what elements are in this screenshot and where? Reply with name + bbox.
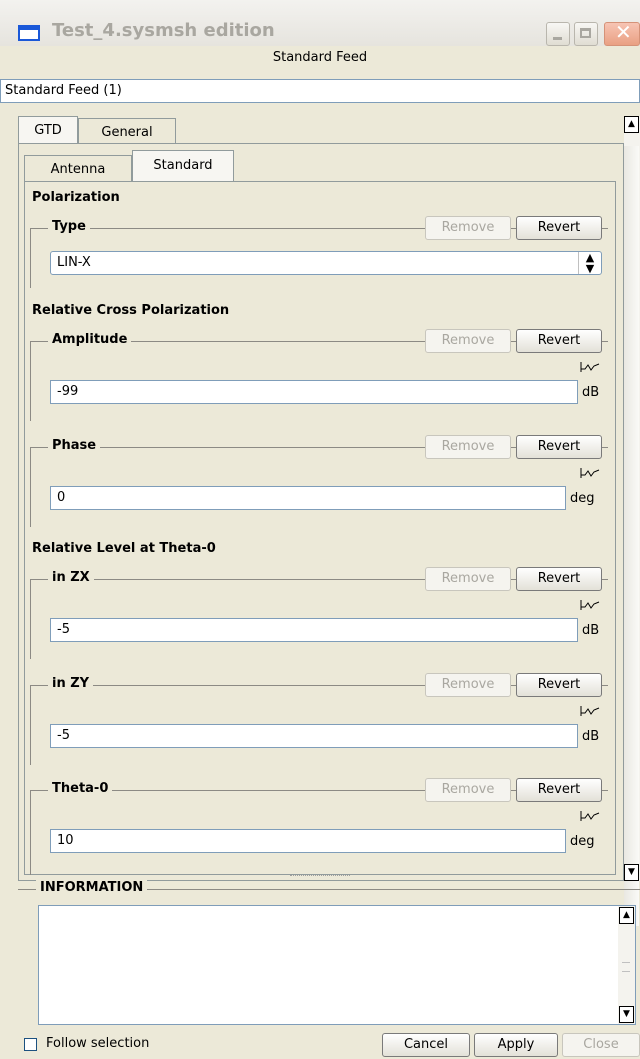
level-title: Relative Level at Theta-0 [32, 541, 216, 556]
information-textarea[interactable]: ▲ ▼ [38, 905, 636, 1025]
information-label: INFORMATION [36, 880, 148, 895]
feed-name-field[interactable]: Standard Feed (1) [0, 79, 640, 103]
scroll-down-icon[interactable]: ▼ [619, 1006, 634, 1023]
zx-label: in ZX [48, 570, 94, 585]
amplitude-unit: dB [582, 385, 600, 400]
curve-icon[interactable] [580, 810, 600, 822]
group-line [30, 685, 31, 765]
theta0-unit: deg [570, 834, 595, 849]
zx-unit: dB [582, 623, 600, 638]
spinner-arrows-icon[interactable]: ▲ ▼ [578, 252, 601, 274]
scroll-up-icon[interactable]: ▲ [619, 907, 634, 924]
remove-button[interactable]: Remove [425, 329, 511, 353]
remove-button[interactable]: Remove [425, 778, 511, 802]
polarization-title: Polarization [32, 190, 120, 205]
maximize-icon[interactable] [574, 22, 598, 46]
follow-selection-checkbox[interactable] [24, 1038, 37, 1051]
revert-button[interactable]: Revert [516, 778, 602, 802]
tab-gtd[interactable]: GTD [18, 116, 78, 144]
type-select-value: LIN-X [57, 255, 91, 270]
close-icon[interactable]: ✕ [604, 20, 640, 46]
phase-unit: deg [570, 491, 595, 506]
info-scrollbar[interactable]: ▲ ▼ [618, 906, 635, 1024]
remove-button[interactable]: Remove [425, 567, 511, 591]
scroll-up-icon[interactable]: ▲ [624, 116, 639, 133]
window-title: Test_4.sysmsh edition [52, 20, 275, 41]
remove-button[interactable]: Remove [425, 216, 511, 240]
revert-button[interactable]: Revert [516, 216, 602, 240]
remove-button[interactable]: Remove [425, 435, 511, 459]
group-line [30, 790, 31, 875]
zy-label: in ZY [48, 676, 94, 691]
minimize-icon[interactable] [546, 22, 570, 46]
group-line [30, 228, 31, 288]
zy-input[interactable]: -5 [50, 724, 578, 748]
tab-standard[interactable]: Standard [132, 150, 234, 182]
zy-unit: dB [582, 729, 600, 744]
theta0-label: Theta-0 [48, 781, 113, 796]
tab-antenna[interactable]: Antenna [24, 155, 132, 181]
scroll-grip-icon [622, 962, 630, 972]
phase-input[interactable]: 0 [50, 486, 566, 510]
splitter-handle[interactable] [290, 875, 350, 879]
remove-button[interactable]: Remove [425, 673, 511, 697]
window-icon [18, 25, 40, 41]
amplitude-input[interactable]: -99 [50, 380, 578, 404]
close-button[interactable]: Close [562, 1033, 640, 1057]
revert-button[interactable]: Revert [516, 673, 602, 697]
revert-button[interactable]: Revert [516, 329, 602, 353]
follow-selection-label: Follow selection [46, 1036, 150, 1051]
group-line [30, 447, 31, 527]
curve-icon[interactable] [580, 467, 600, 479]
type-select[interactable]: LIN-X ▲ ▼ [50, 251, 602, 275]
type-label: Type [48, 219, 90, 234]
feed-header: Standard Feed [272, 50, 368, 65]
scroll-down-icon[interactable]: ▼ [624, 864, 639, 881]
curve-icon[interactable] [580, 705, 600, 717]
curve-icon[interactable] [580, 599, 600, 611]
group-line [30, 341, 31, 421]
cancel-button[interactable]: Cancel [382, 1033, 470, 1057]
cross-pol-title: Relative Cross Polarization [32, 303, 230, 318]
curve-icon[interactable] [580, 361, 600, 373]
zx-input[interactable]: -5 [50, 618, 578, 642]
title-bar: Test_4.sysmsh edition ✕ [0, 0, 640, 46]
revert-button[interactable]: Revert [516, 435, 602, 459]
group-line [30, 579, 31, 659]
tab-general[interactable]: General [78, 118, 176, 144]
amplitude-label: Amplitude [48, 332, 132, 347]
theta0-input[interactable]: 10 [50, 829, 566, 853]
scroll-thumb[interactable] [624, 146, 639, 926]
standard-pane [24, 181, 616, 875]
phase-label: Phase [48, 438, 101, 453]
revert-button[interactable]: Revert [516, 567, 602, 591]
apply-button[interactable]: Apply [474, 1033, 558, 1057]
vertical-scrollbar[interactable]: ▲ ▼ [624, 116, 640, 926]
